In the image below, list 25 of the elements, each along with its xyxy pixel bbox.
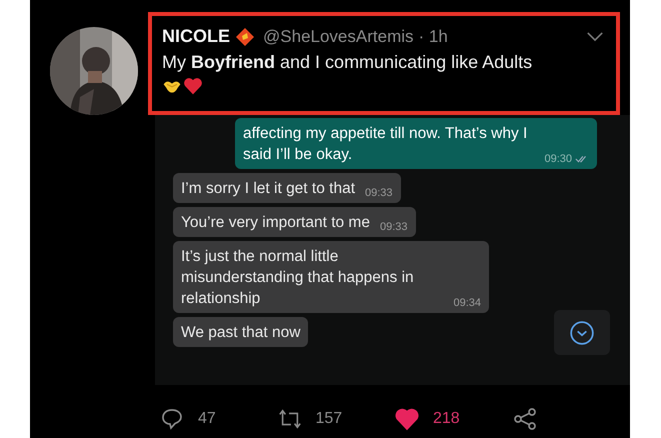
- message-text: It’s just the normal little misunderstanding that happens in relationship: [181, 247, 415, 309]
- heart-icon: [183, 76, 203, 96]
- message-time: 09:33: [380, 221, 408, 233]
- chevron-circle-icon: [569, 320, 595, 346]
- message-time: 09:34: [453, 297, 481, 309]
- reply-icon[interactable]: [160, 407, 184, 431]
- tweet-text: My Boyfriend and I communicating like Adults: [162, 52, 534, 73]
- retweet-icon[interactable]: [278, 407, 302, 431]
- message-time: 09:33: [365, 187, 393, 199]
- action-count: 47: [198, 410, 216, 428]
- author-handle[interactable]: @SheLovesArtemis: [263, 26, 414, 46]
- message-time: 09:30: [544, 153, 572, 165]
- heart-icon[interactable]: [395, 407, 419, 431]
- badge-icon: [235, 26, 256, 46]
- message-text: affecting my appetite till now. That’s why I said I’ll be okay.: [243, 124, 528, 165]
- message-text: We past that now: [181, 323, 300, 343]
- message-text: I’m sorry I let it get to that: [181, 179, 356, 199]
- scroll-down-button[interactable]: [554, 310, 610, 355]
- chevron-down-icon[interactable]: [586, 31, 604, 42]
- message-text: You’re very important to me: [181, 213, 370, 233]
- action-count: 218: [433, 410, 460, 428]
- action-count: 157: [316, 410, 342, 428]
- share-icon[interactable]: [512, 407, 536, 431]
- author-name[interactable]: NICOLE: [162, 26, 230, 47]
- tweet-time: · 1h: [418, 26, 448, 46]
